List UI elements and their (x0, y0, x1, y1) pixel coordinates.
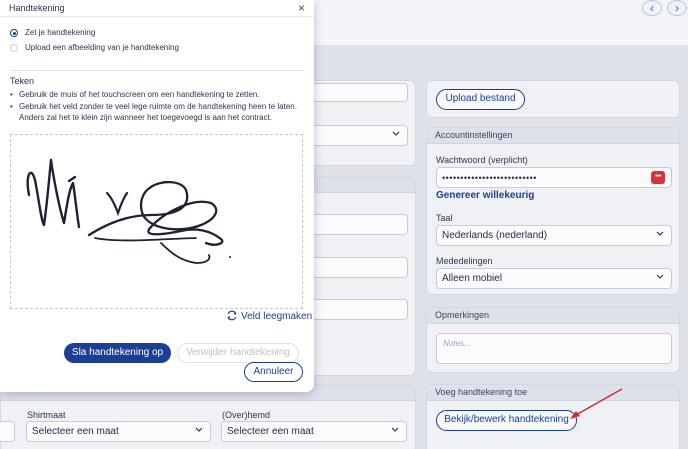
left-small-field[interactable] (0, 421, 15, 442)
upload-card: Upload bestand (426, 80, 680, 118)
option-draw-label: Zet je handtekening (25, 28, 96, 37)
remarks-header: Opmerkingen (427, 308, 679, 324)
cancel-button[interactable]: Annuleer (244, 362, 303, 382)
chevron-down-icon (195, 427, 203, 432)
upload-button[interactable]: Upload bestand (436, 89, 525, 110)
view-signature-button[interactable]: Bekijk/bewerk handtekening (436, 410, 577, 431)
signature-card: Voeg handtekening toe Bekijk/bewerk hand… (426, 384, 680, 449)
account-header: Accountinstellingen (427, 128, 679, 144)
section-title: Teken (10, 76, 35, 86)
instruction-continuation: Anders zal het te klein zijn wanneer het… (19, 113, 273, 122)
password-value: •••••••••••••••••••••••••• (442, 173, 537, 183)
divider (10, 70, 304, 71)
left-card-top (291, 80, 416, 166)
chevron-down-icon (392, 131, 400, 136)
radio-unselected-icon[interactable] (10, 44, 18, 52)
next-button[interactable]: › (667, 0, 687, 16)
notifications-value: Alleen mobiel (442, 273, 503, 284)
remove-signature-button: Verwijder handtekening (177, 343, 299, 363)
shirt-select-value: Selecteer een maat (32, 426, 119, 437)
password-label: Wachtwoord (verplicht) (436, 155, 528, 165)
password-field[interactable]: •••••••••••••••••••••••••• ••• (436, 167, 672, 188)
modal-title: Handtekening (9, 3, 65, 13)
left-card-bottom: Shirtmaat Selecteer een maat (Over)hemd … (0, 384, 416, 449)
overhemd-select[interactable]: Selecteer een maat (221, 421, 407, 442)
clear-field-link[interactable]: Veld leegmaken (226, 310, 312, 322)
radio-selected-icon[interactable] (10, 29, 18, 37)
option-upload-label: Upload een afbeelding van je handtekenin… (25, 43, 179, 52)
signature-modal: Handtekening × Zet je handtekening Uploa… (0, 0, 314, 392)
save-signature-button[interactable]: Sla handtekening op (64, 343, 171, 363)
remarks-card: Opmerkingen Notes... (426, 307, 680, 373)
generate-random-link[interactable]: Genereer willekeurig (436, 190, 534, 201)
password-manager-icon[interactable]: ••• (651, 171, 665, 184)
account-card: Accountinstellingen Wachtwoord (verplich… (426, 127, 680, 295)
notifications-select[interactable]: Alleen mobiel (436, 268, 672, 289)
language-value: Nederlands (nederland) (442, 230, 548, 241)
annotation-arrow-icon (570, 388, 623, 419)
chevron-left-icon: ‹ (650, 1, 654, 15)
signature-header: Voeg handtekening toe (427, 385, 679, 401)
shirt-label: Shirtmaat (27, 410, 66, 420)
chevron-down-icon (656, 231, 664, 236)
modal-header: Handtekening × (0, 0, 314, 17)
chevron-down-icon (656, 274, 664, 279)
notes-textarea[interactable]: Notes... (436, 333, 672, 364)
overhemd-select-value: Selecteer een maat (227, 426, 314, 437)
overhemd-label: (Over)hemd (222, 410, 271, 420)
clear-field-label: Veld leegmaken (241, 311, 313, 322)
instructions-list: Gebruik de muis of het touchscreen om ee… (10, 89, 310, 124)
instruction-item: Gebruik de muis of het touchscreen om ee… (10, 89, 310, 101)
signature-pad[interactable] (10, 134, 303, 309)
close-icon[interactable]: × (298, 1, 305, 15)
language-label: Taal (436, 213, 453, 223)
prev-button[interactable]: ‹ (642, 0, 662, 16)
refresh-icon (227, 310, 237, 321)
notifications-label: Mededelingen (436, 256, 493, 266)
chevron-right-icon: › (675, 1, 679, 15)
signature-drawing (26, 158, 231, 264)
chevron-down-icon (391, 427, 399, 432)
left-card-mid-header (301, 177, 415, 193)
language-select[interactable]: Nederlands (nederland) (436, 225, 672, 246)
instruction-item: Gebruik het veld zonder te veel lege rui… (10, 101, 310, 113)
shirt-select[interactable]: Selecteer een maat (26, 421, 211, 442)
left-card-mid (291, 176, 416, 376)
